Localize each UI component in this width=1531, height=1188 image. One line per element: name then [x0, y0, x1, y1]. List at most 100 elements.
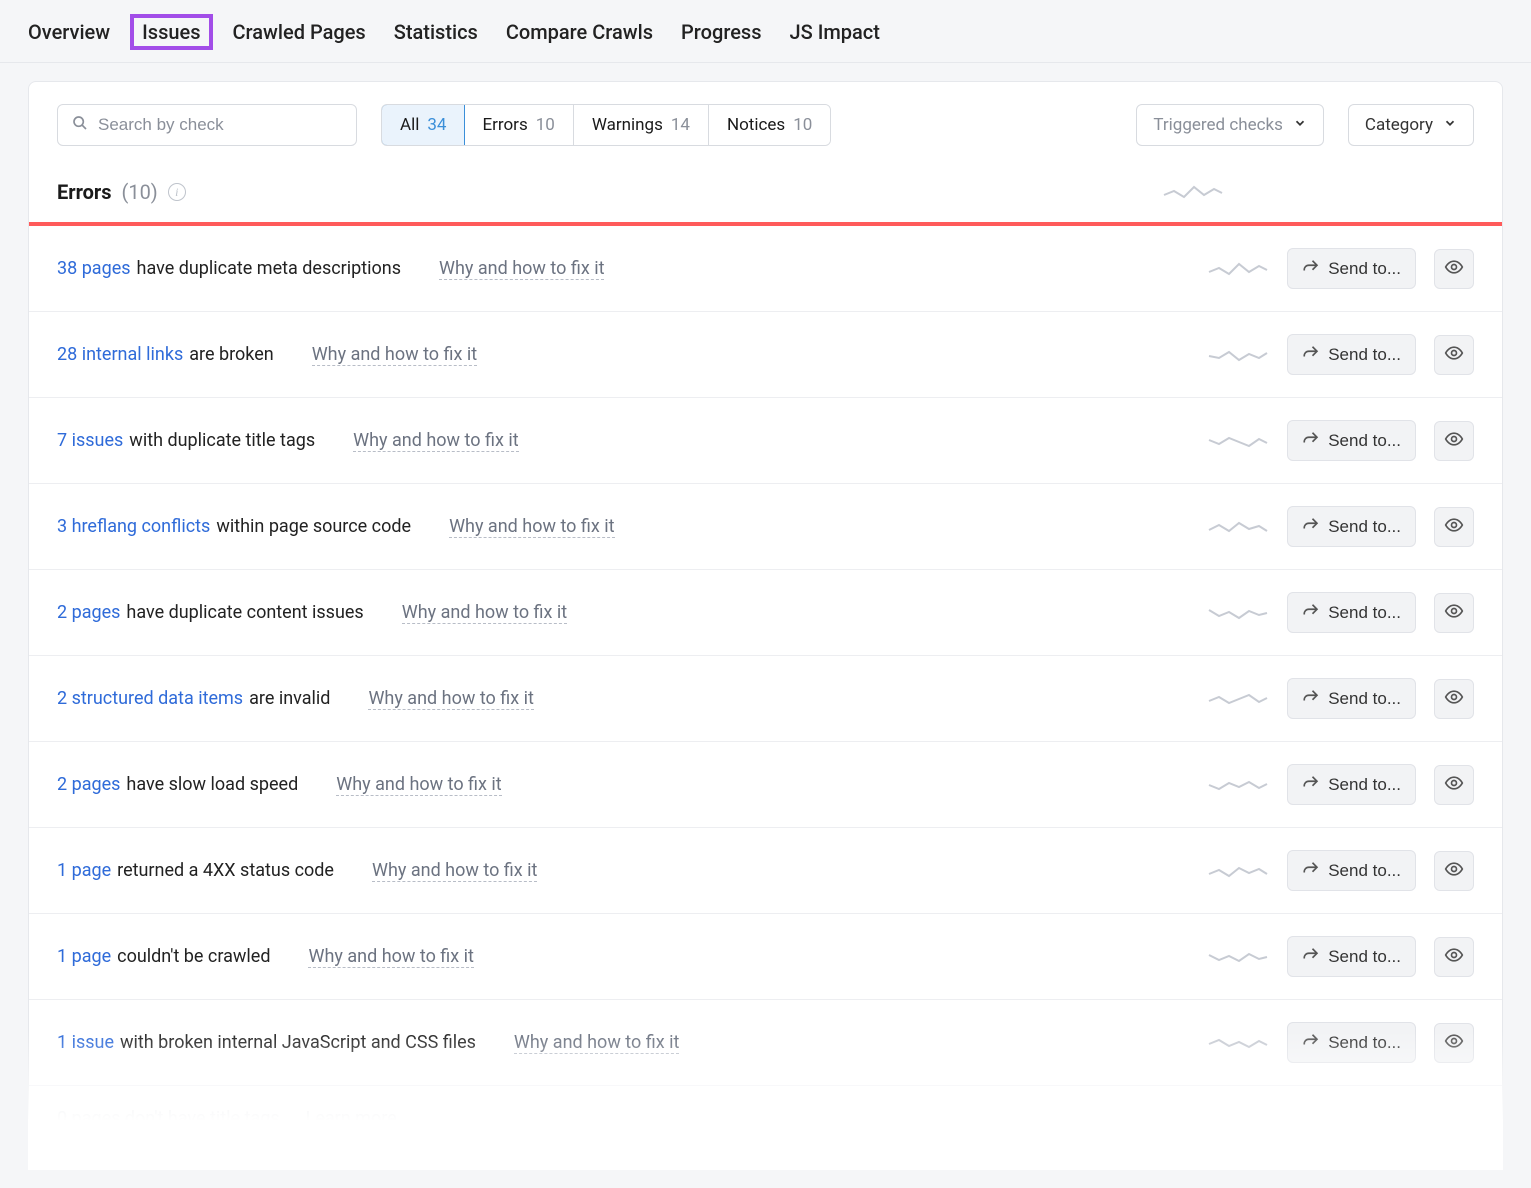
- send-to-button[interactable]: Send to...: [1287, 850, 1416, 891]
- dropdown-label: Category: [1365, 115, 1433, 135]
- hide-issue-button[interactable]: [1434, 249, 1474, 289]
- why-and-how-to-fix-link[interactable]: Why and how to fix it: [439, 258, 604, 280]
- hide-issue-button[interactable]: [1434, 421, 1474, 461]
- filter-warnings[interactable]: Warnings 14: [574, 105, 709, 145]
- faded-row: 0 pages don't have title tags Learn more: [29, 1086, 1502, 1169]
- filter-count: 34: [427, 115, 446, 135]
- why-and-how-to-fix-link[interactable]: Why and how to fix it: [312, 344, 477, 366]
- issue-text: 1 page couldn't be crawled: [57, 946, 270, 967]
- send-to-label: Send to...: [1328, 689, 1401, 709]
- hide-issue-button[interactable]: [1434, 1023, 1474, 1063]
- why-and-how-to-fix-link[interactable]: Why and how to fix it: [308, 946, 473, 968]
- hide-issue-button[interactable]: [1434, 937, 1474, 977]
- info-icon[interactable]: i: [168, 183, 186, 201]
- send-to-button[interactable]: Send to...: [1287, 764, 1416, 805]
- chevron-down-icon: [1293, 115, 1307, 135]
- filter-errors[interactable]: Errors 10: [464, 105, 573, 145]
- tab-statistics[interactable]: Statistics: [394, 20, 478, 44]
- tab-crawled-pages[interactable]: Crawled Pages: [233, 20, 366, 44]
- search-input[interactable]: [98, 115, 342, 135]
- share-arrow-icon: [1302, 343, 1320, 366]
- sparkline-icon: [1207, 860, 1269, 882]
- sparkline-icon: [1207, 946, 1269, 968]
- search-icon: [72, 115, 88, 135]
- issue-row: 28 internal links are broken Why and how…: [29, 312, 1502, 398]
- filter-label: Warnings: [592, 115, 663, 135]
- hide-issue-button[interactable]: [1434, 765, 1474, 805]
- filter-label: All: [400, 115, 419, 135]
- issue-link[interactable]: 7 issues: [57, 430, 123, 451]
- filter-count: 14: [671, 115, 690, 135]
- why-and-how-to-fix-link[interactable]: Why and how to fix it: [449, 516, 614, 538]
- category-dropdown[interactable]: Category: [1348, 104, 1474, 146]
- share-arrow-icon: [1302, 773, 1320, 796]
- eye-icon: [1444, 859, 1464, 882]
- send-to-button[interactable]: Send to...: [1287, 506, 1416, 547]
- send-to-label: Send to...: [1328, 603, 1401, 623]
- hide-issue-button[interactable]: [1434, 851, 1474, 891]
- send-to-label: Send to...: [1328, 345, 1401, 365]
- why-and-how-to-fix-link[interactable]: Why and how to fix it: [514, 1032, 679, 1054]
- issue-text: 1 issue with broken internal JavaScript …: [57, 1032, 476, 1053]
- send-to-button[interactable]: Send to...: [1287, 592, 1416, 633]
- filter-notices[interactable]: Notices 10: [709, 105, 830, 145]
- eye-icon: [1444, 429, 1464, 452]
- send-to-button[interactable]: Send to...: [1287, 1022, 1416, 1063]
- send-to-label: Send to...: [1328, 259, 1401, 279]
- send-to-button[interactable]: Send to...: [1287, 678, 1416, 719]
- sparkline-icon: [1207, 258, 1269, 280]
- hide-issue-button[interactable]: [1434, 335, 1474, 375]
- eye-icon: [1444, 515, 1464, 538]
- send-to-button[interactable]: Send to...: [1287, 936, 1416, 977]
- share-arrow-icon: [1302, 601, 1320, 624]
- issue-row: 38 pages have duplicate meta description…: [29, 226, 1502, 312]
- issue-link[interactable]: 28 internal links: [57, 344, 183, 365]
- tab-js-impact[interactable]: JS Impact: [790, 20, 880, 44]
- send-to-button[interactable]: Send to...: [1287, 334, 1416, 375]
- toolbar: All 34 Errors 10 Warnings 14 Notices 10: [29, 82, 1502, 166]
- share-arrow-icon: [1302, 429, 1320, 452]
- sparkline-icon: [1207, 688, 1269, 710]
- send-to-button[interactable]: Send to...: [1287, 420, 1416, 461]
- issue-link[interactable]: 1 page: [57, 860, 111, 881]
- send-to-label: Send to...: [1328, 517, 1401, 537]
- issue-link[interactable]: 1 page: [57, 946, 111, 967]
- issue-link[interactable]: 2 pages: [57, 774, 120, 795]
- issue-row: 1 page returned a 4XX status code Why an…: [29, 828, 1502, 914]
- why-and-how-to-fix-link[interactable]: Why and how to fix it: [353, 430, 518, 452]
- hide-issue-button[interactable]: [1434, 593, 1474, 633]
- filter-count: 10: [536, 115, 555, 135]
- tab-overview[interactable]: Overview: [28, 20, 110, 44]
- triggered-checks-dropdown[interactable]: Triggered checks: [1136, 104, 1324, 146]
- issue-link[interactable]: 1 issue: [57, 1032, 114, 1053]
- issue-description: have duplicate content issues: [126, 602, 363, 623]
- eye-icon: [1444, 257, 1464, 280]
- issue-description: returned a 4XX status code: [117, 860, 334, 881]
- issue-link[interactable]: 2 pages: [57, 602, 120, 623]
- tab-progress[interactable]: Progress: [681, 20, 761, 44]
- sparkline-icon: [1207, 1032, 1269, 1054]
- dropdown-label: Triggered checks: [1153, 115, 1283, 135]
- search-wrap[interactable]: [57, 104, 357, 146]
- share-arrow-icon: [1302, 945, 1320, 968]
- eye-icon: [1444, 1031, 1464, 1054]
- issue-link[interactable]: 2 structured data items: [57, 688, 243, 709]
- why-and-how-to-fix-link[interactable]: Why and how to fix it: [372, 860, 537, 882]
- issue-link[interactable]: 3 hreflang conflicts: [57, 516, 210, 537]
- tab-issues[interactable]: Issues: [130, 14, 212, 50]
- issue-text: 2 pages have duplicate content issues: [57, 602, 364, 623]
- issue-row: 3 hreflang conflicts within page source …: [29, 484, 1502, 570]
- share-arrow-icon: [1302, 257, 1320, 280]
- why-and-how-to-fix-link[interactable]: Why and how to fix it: [402, 602, 567, 624]
- send-to-button[interactable]: Send to...: [1287, 248, 1416, 289]
- hide-issue-button[interactable]: [1434, 679, 1474, 719]
- issue-link[interactable]: 38 pages: [57, 258, 131, 279]
- filter-label: Notices: [727, 115, 785, 135]
- share-arrow-icon: [1302, 687, 1320, 710]
- tab-compare-crawls[interactable]: Compare Crawls: [506, 20, 653, 44]
- why-and-how-to-fix-link[interactable]: Why and how to fix it: [336, 774, 501, 796]
- hide-issue-button[interactable]: [1434, 507, 1474, 547]
- filter-all[interactable]: All 34: [381, 104, 465, 146]
- why-and-how-to-fix-link[interactable]: Why and how to fix it: [368, 688, 533, 710]
- top-tabs: Overview Issues Crawled Pages Statistics…: [0, 0, 1531, 63]
